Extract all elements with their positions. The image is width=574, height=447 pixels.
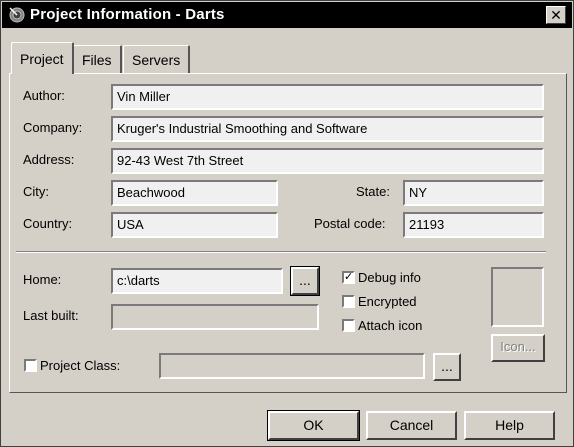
country-label: Country: [23,216,73,231]
state-field[interactable]: NY [403,180,544,206]
attach-icon-checkbox[interactable] [342,319,355,332]
address-field[interactable]: 92-43 West 7th Street [111,148,544,174]
city-label: City: [23,184,49,199]
tab-servers-label: Servers [132,52,181,68]
home-browse-button[interactable]: ... [290,266,320,296]
home-field[interactable]: c:\darts [111,268,283,294]
project-class-browse-button[interactable]: ... [433,353,461,381]
help-button-label: Help [495,417,524,433]
close-icon[interactable]: ✕ [546,6,566,24]
attach-icon-label[interactable]: Attach icon [358,318,422,333]
help-button[interactable]: Help [464,411,555,440]
project-information-dialog: Project Information - Darts ✕ Project Fi… [0,0,574,447]
tab-servers[interactable]: Servers [123,45,191,73]
tab-project[interactable]: Project [11,42,74,74]
darts-app-icon [9,7,25,23]
country-field[interactable]: USA [111,212,278,238]
company-field[interactable]: Kruger's Industrial Smoothing and Softwa… [111,116,544,142]
encrypted-checkbox[interactable] [342,295,355,308]
icon-button-label: Icon... [500,339,536,354]
author-label: Author: [23,88,65,103]
project-tab-panel: Author: Vin Miller Company: Kruger's Ind… [9,73,567,393]
icon-button: Icon... [491,334,545,362]
postal-code-field[interactable]: 21193 [403,212,544,238]
project-class-checkbox[interactable] [24,359,37,372]
last-built-label: Last built: [23,308,79,323]
section-divider [16,251,546,253]
cancel-button[interactable]: Cancel [366,411,457,440]
checkmark-icon: ✓ [344,271,354,283]
cancel-button-label: Cancel [389,417,434,433]
icon-preview-box [491,267,544,327]
project-class-label[interactable]: Project Class: [40,358,120,373]
city-field[interactable]: Beachwood [111,180,278,206]
tab-files[interactable]: Files [73,45,122,73]
state-label: State: [356,184,390,199]
window-title: Project Information - Darts [30,6,225,23]
home-label: Home: [23,272,62,287]
author-field[interactable]: Vin Miller [111,84,544,110]
address-label: Address: [23,152,75,167]
tab-files-label: Files [82,52,112,68]
debug-info-label[interactable]: Debug info [358,270,421,285]
debug-info-checkbox[interactable]: ✓ [342,271,355,284]
company-label: Company: [23,120,83,135]
tab-project-label: Project [20,51,64,67]
encrypted-label[interactable]: Encrypted [358,294,417,309]
ok-button[interactable]: OK [267,410,360,441]
project-class-field [159,353,425,379]
postal-code-label: Postal code: [314,216,386,231]
ok-button-label: OK [303,417,324,433]
title-bar[interactable]: Project Information - Darts ✕ [2,2,572,28]
last-built-field [111,304,319,330]
